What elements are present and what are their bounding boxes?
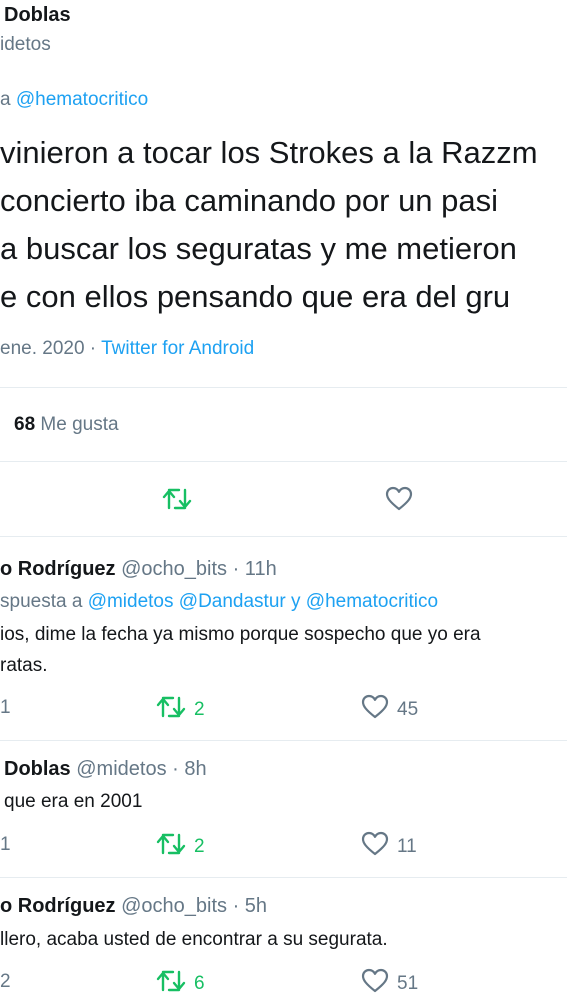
reply-handle-time[interactable]: @ocho_bits · 5h [121,895,267,917]
tweet-line: e con ellos pensando que era del gru [0,279,511,314]
divider [0,877,567,878]
divider [0,387,567,388]
heart-icon[interactable] [361,968,389,999]
retweet-icon[interactable] [156,968,186,999]
retweet-icon[interactable] [162,486,192,517]
retweet-action[interactable]: 6 [156,968,205,999]
reply-count[interactable]: 1 [0,834,11,856]
like-count: 51 [397,972,419,994]
divider [0,536,567,537]
retweet-count: 2 [194,698,205,720]
reply-text-line: llero, acaba usted de encontrar a su seg… [0,929,388,950]
reply-text-line: ios, dime la fecha ya mismo porque sospe… [0,624,481,645]
reply-to-prefix: a [0,89,11,110]
reply-context-mentions[interactable]: @midetos @Dandastur y @hematocritico [88,591,438,612]
likes-count: 68 [14,414,36,435]
tweet-date[interactable]: ene. 2020 · [0,338,96,359]
reply-to-line: a @hematocritico [0,89,148,111]
likes-summary[interactable]: 68 Me gusta [14,414,119,436]
like-action[interactable]: 51 [361,968,418,999]
like-action[interactable]: 45 [361,694,418,725]
like-count: 11 [397,835,417,857]
retweet-action[interactable]: 2 [156,694,205,725]
author-name[interactable]: Doblas [4,4,71,27]
divider [0,740,567,741]
heart-icon[interactable] [361,694,389,725]
tweet-line: a buscar los seguratas y me metieron [0,231,517,266]
retweet-count: 2 [194,835,205,857]
reply-context-prefix: spuesta a [0,591,83,612]
heart-icon[interactable] [385,486,413,517]
reply-handle-time[interactable]: @ocho_bits · 11h [121,558,277,580]
tweet-line: concierto iba caminando por un pasi [0,183,499,218]
reply-to-mention[interactable]: @hematocritico [16,89,148,110]
reply-header: o Rodríguez @ocho_bits · 5h [0,895,267,918]
author-handle[interactable]: idetos [0,34,51,56]
reply-header: Doblas @midetos · 8h [4,758,207,781]
reply-count[interactable]: 2 [0,971,11,993]
like-count: 45 [397,698,419,720]
tweet-meta: ene. 2020 · Twitter for Android [0,338,254,360]
tweet-source[interactable]: Twitter for Android [101,338,254,359]
heart-icon[interactable] [361,831,389,862]
reply-context: spuesta a @midetos @Dandastur y @hematoc… [0,591,438,613]
tweet-line: vinieron a tocar los Strokes a la Razzm [0,135,538,170]
reply-text-line: ratas. [0,655,48,676]
retweet-action[interactable]: 2 [156,831,205,862]
reply-count[interactable]: 1 [0,697,11,719]
divider [0,461,567,462]
reply-author-name[interactable]: o Rodríguez [0,895,116,917]
retweet-count: 6 [194,972,205,994]
retweet-icon[interactable] [156,694,186,725]
reply-handle-time[interactable]: @midetos · 8h [76,758,206,780]
like-action[interactable]: 11 [361,831,417,862]
reply-author-name[interactable]: Doblas [4,758,71,780]
reply-header: o Rodríguez @ocho_bits · 11h [0,558,277,581]
reply-text-line: que era en 2001 [4,791,143,812]
reply-author-name[interactable]: o Rodríguez [0,558,116,580]
retweet-icon[interactable] [156,831,186,862]
likes-label: Me gusta [40,414,119,435]
